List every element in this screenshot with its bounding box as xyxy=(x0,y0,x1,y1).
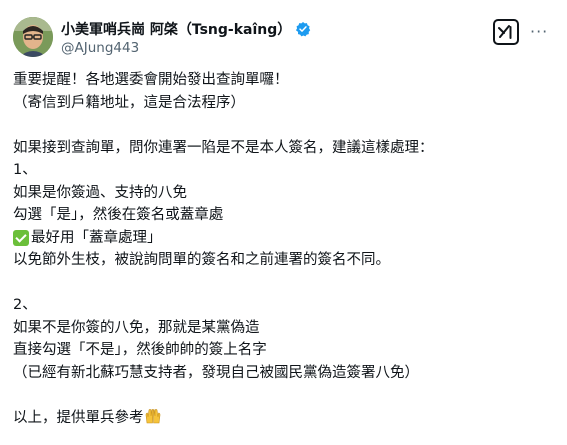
tweet-text: 重要提醒！各地選委會開始發出查詢單囉！ （寄信到戶籍地址，這是合法程序） 如果接… xyxy=(13,69,558,429)
tweet-line: 如果是你簽過、支持的八免 xyxy=(13,184,187,201)
tweet-line: 2、 xyxy=(13,297,37,313)
tweet-line-text: 最好用「蓋章處理」 xyxy=(31,229,162,246)
tweet-line xyxy=(13,272,558,295)
author-handle[interactable]: @AJung443 xyxy=(61,40,139,56)
avatar[interactable] xyxy=(13,17,53,57)
tweet-card: 小美軍哨兵崗 阿棨（Tsng-kaîng） @AJung443 ··· 重要提醒… xyxy=(0,0,567,445)
raising-hands-icon xyxy=(144,407,162,425)
tweet-line-with-check: 最好用「蓋章處理」 xyxy=(13,227,558,250)
tweet-line: 勾選「是」，然後在簽名或蓋章處 xyxy=(13,207,224,223)
tweet-line: 重要提醒！各地選委會開始發出查詢單囉！ xyxy=(13,72,289,88)
tweet-line-with-emoji: 以上，提供單兵參考 xyxy=(13,407,558,430)
tweet-line-text: 以上，提供單兵參考 xyxy=(13,409,144,426)
tweet-line: （已經有新北蘇巧慧支持者，發現自己被國民黨偽造簽署八免） xyxy=(13,364,419,381)
check-mark-button-icon xyxy=(13,229,29,246)
tweet-line: 直接勾選「不是」，然後帥帥的簽上名字 xyxy=(13,342,267,358)
tweet-line xyxy=(13,114,558,137)
tweet-line: 如果不是你簽的八免，那就是某黨偽造 xyxy=(13,319,260,336)
author-display-name[interactable]: 小美軍哨兵崗 阿棨（Tsng-kaîng） xyxy=(61,19,291,39)
grok-icon[interactable] xyxy=(493,19,519,45)
tweet-line: 如果接到查詢單，問你連署一陷是不是本人簽名，建議這樣處理： xyxy=(13,139,434,156)
tweet-line: 1、 xyxy=(13,162,37,178)
tweet-line xyxy=(13,384,558,407)
author-name-row[interactable]: 小美軍哨兵崗 阿棨（Tsng-kaîng） xyxy=(61,19,311,39)
tweet-line: （寄信到戶籍地址，這是合法程序） xyxy=(13,94,245,111)
more-options-icon[interactable]: ··· xyxy=(530,24,548,40)
verified-badge-icon xyxy=(295,21,311,37)
tweet-line: 以免節外生枝，被說詢問單的簽名和之前連署的簽名不同。 xyxy=(13,252,390,268)
